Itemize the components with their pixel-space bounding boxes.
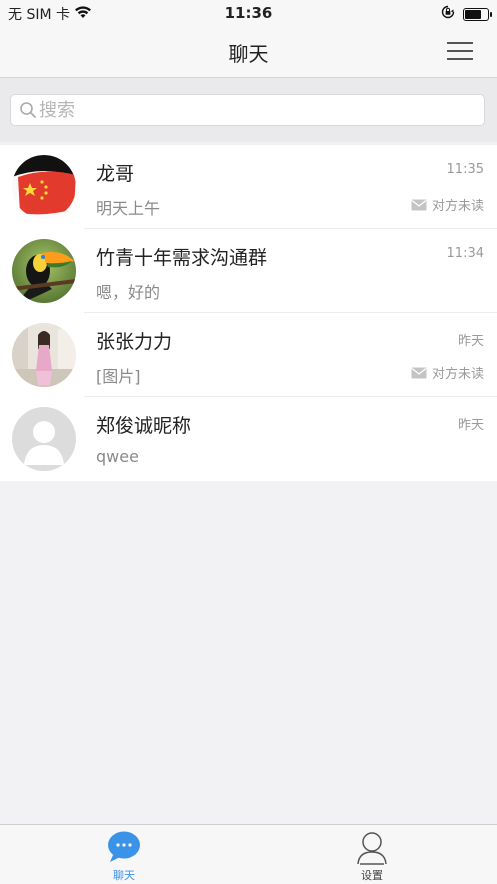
chat-bubble-icon bbox=[108, 831, 140, 862]
chat-time: 昨天 bbox=[457, 418, 484, 433]
chat-time: 11:34 bbox=[446, 246, 484, 261]
status-time: 11:36 bbox=[224, 4, 273, 22]
unread-status: 对方未读 bbox=[411, 363, 484, 382]
tab-chat-label: 聊天 bbox=[113, 869, 135, 882]
chat-item-zhangzhang[interactable]: 张张力力 [图片] 昨天 对方未读 bbox=[0, 313, 497, 397]
tab-settings[interactable]: 设置 bbox=[248, 825, 496, 884]
envelope-icon bbox=[411, 367, 427, 378]
nav-bar: 聊天 bbox=[0, 26, 497, 78]
tab-bar: 聊天 设置 bbox=[0, 824, 497, 884]
tab-settings-label: 设置 bbox=[361, 869, 383, 882]
search-box[interactable] bbox=[10, 94, 485, 126]
search-bar bbox=[0, 78, 497, 142]
status-right-icons bbox=[441, 5, 492, 23]
chat-last-message: 明天上午 bbox=[96, 199, 161, 218]
chat-last-message: qwee bbox=[96, 447, 139, 466]
status-bar: 无 SIM 卡 11:36 bbox=[0, 0, 497, 26]
battery-icon bbox=[463, 7, 492, 21]
chat-name: 竹青十年需求沟通群 bbox=[96, 247, 268, 269]
chat-item-zhengjuncheng[interactable]: 郑俊诚昵称 qwee 昨天 bbox=[0, 397, 497, 481]
orientation-lock-icon bbox=[441, 5, 455, 23]
chat-item-longge[interactable]: 龙哥 明天上午 11:35 对方未读 bbox=[0, 145, 497, 229]
chat-time: 昨天 bbox=[457, 334, 484, 349]
china-flag-avatar bbox=[12, 155, 76, 219]
search-icon bbox=[20, 102, 36, 118]
girl-photo-avatar bbox=[12, 323, 76, 387]
chat-last-message: 嗯，好的 bbox=[96, 283, 161, 302]
unread-status: 对方未读 bbox=[411, 195, 484, 214]
envelope-icon bbox=[411, 199, 427, 210]
chat-time: 11:35 bbox=[446, 162, 484, 177]
unread-status-label: 对方未读 bbox=[431, 367, 484, 382]
chat-name: 郑俊诚昵称 bbox=[96, 415, 192, 437]
toucan-avatar bbox=[12, 239, 76, 303]
chat-name: 龙哥 bbox=[96, 163, 135, 185]
tab-chat[interactable]: 聊天 bbox=[0, 825, 248, 884]
default-person-avatar bbox=[12, 407, 76, 471]
search-input[interactable] bbox=[37, 98, 461, 122]
hamburger-menu-icon[interactable] bbox=[447, 40, 473, 62]
chat-last-message: [图片] bbox=[96, 367, 141, 386]
unread-status-label: 对方未读 bbox=[431, 199, 484, 214]
chat-name: 张张力力 bbox=[96, 331, 173, 353]
chat-item-group[interactable]: 竹青十年需求沟通群 嗯，好的 11:34 bbox=[0, 229, 497, 313]
person-outline-icon bbox=[357, 832, 387, 865]
page-title: 聊天 bbox=[228, 42, 269, 66]
chat-list: 龙哥 明天上午 11:35 对方未读 竹青十年需求沟通群 嗯，好的 11:34 … bbox=[0, 145, 497, 481]
